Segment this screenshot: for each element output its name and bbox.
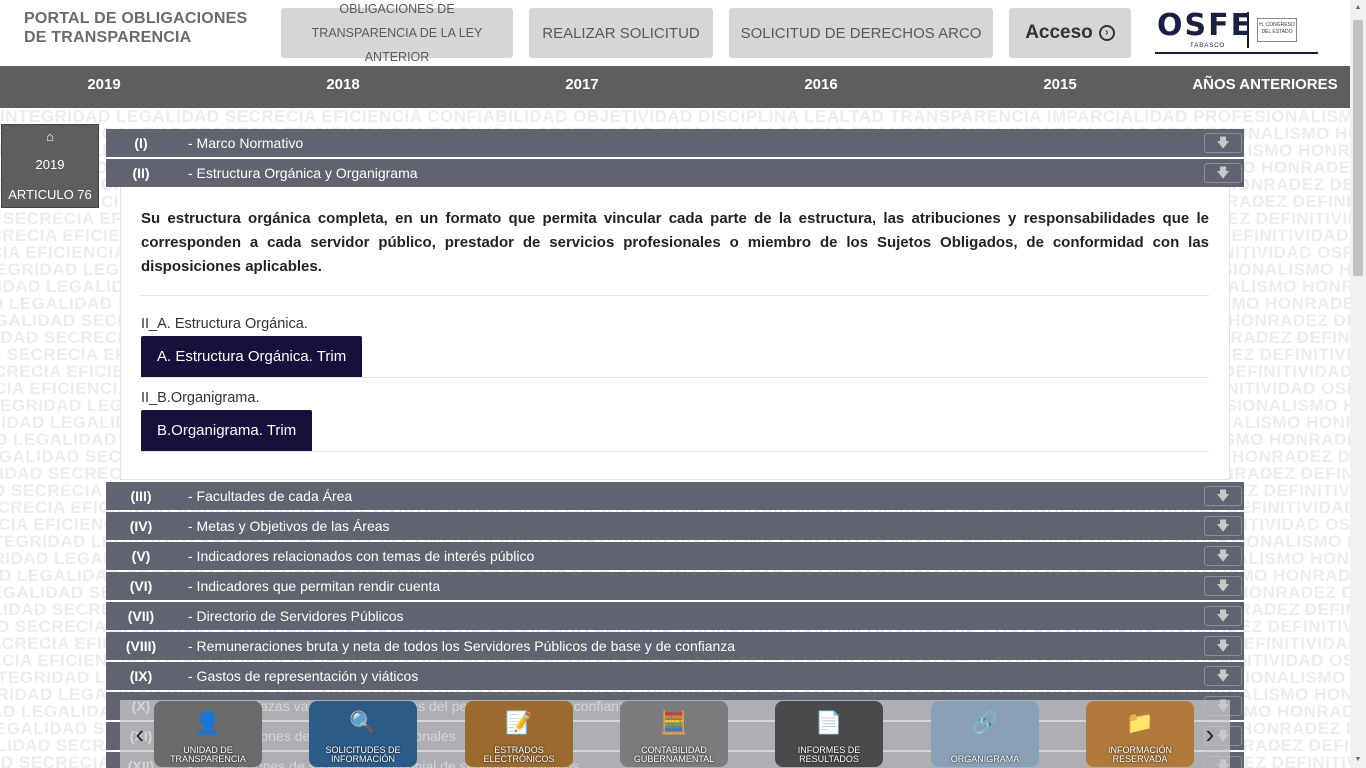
- item-label-organigrama: II_B.Organigrama.: [141, 390, 260, 406]
- section-row[interactable]: (V) - Indicadores relacionados con temas …: [106, 542, 1244, 570]
- arrow-down-icon[interactable]: 🡇: [1204, 516, 1242, 536]
- section-ii-panel: Su estructura orgánica completa, en un f…: [120, 187, 1230, 480]
- quick-link-tile[interactable]: 📝 ESTRADOS ELECTRÓNICOS: [465, 701, 573, 767]
- quick-link-tile[interactable]: 🔗 ORGANIGRAMA: [931, 701, 1039, 767]
- arrow-down-icon[interactable]: 🡇: [1204, 666, 1242, 686]
- section-title: - Gastos de representación y viáticos: [188, 668, 419, 684]
- network-icon: 🔗: [971, 710, 999, 735]
- section-number: (V): [131, 548, 151, 564]
- year-tab-2015[interactable]: 2015: [1020, 66, 1100, 104]
- magnifier-icon: 🔍: [349, 710, 377, 735]
- quick-link-label: INFORMES DE RESULTADOS: [797, 745, 861, 764]
- quick-link-label: CONTABILIDAD GUBERNAMENTAL: [633, 745, 715, 764]
- quick-link-tile[interactable]: 🔍 SOLICITUDES DE INFORMACIÓN: [309, 701, 417, 767]
- quick-link-tile[interactable]: 👤 UNIDAD DE TRANSPARENCIA: [154, 701, 262, 767]
- quick-link-label: UNIDAD DE TRANSPARENCIA: [170, 745, 246, 764]
- breadcrumb-year: 2019: [35, 157, 65, 172]
- section-number: (VI): [129, 578, 153, 594]
- arrow-down-icon[interactable]: 🡇: [1204, 546, 1242, 566]
- breadcrumb-box: ⌂ 2019 ARTICULO 76: [1, 124, 99, 208]
- scroll-thumb[interactable]: [1353, 20, 1363, 276]
- logo-underline: [1155, 52, 1318, 54]
- arrow-down-icon[interactable]: 🡇: [1204, 606, 1242, 626]
- year-tab-2017[interactable]: 2017: [542, 66, 622, 104]
- quick-link-tile[interactable]: 📄 INFORMES DE RESULTADOS: [775, 701, 883, 767]
- section-number: (II): [132, 165, 150, 181]
- section-title: - Facultades de cada Área: [188, 488, 353, 504]
- section-title: - Directorio de Servidores Públicos: [188, 608, 404, 624]
- section-row[interactable]: (II) - Estructura Orgánica y Organigrama 🡇: [106, 159, 1244, 187]
- quick-links-carousel: ‹ 👤 UNIDAD DE TRANSPARENCIA 🔍 SOLICITUDES D…: [120, 700, 1230, 768]
- estructura-organica-button[interactable]: A. Estructura Orgánica. Trim: [141, 336, 363, 378]
- logo-subtext: TABASCO: [1190, 43, 1226, 49]
- divider: [141, 451, 1209, 452]
- quick-link-tile[interactable]: 📁 INFORMACIÓN RESERVADA: [1086, 701, 1194, 767]
- acceso-label: Acceso: [1025, 22, 1093, 43]
- portal-title: PORTAL DE OBLIGACIONES DE TRANSPARENCIA: [24, 10, 248, 46]
- carousel-prev-icon[interactable]: ‹: [122, 714, 158, 754]
- acceso-button[interactable]: Acceso ›: [1009, 8, 1131, 58]
- section-number: (VII): [127, 608, 155, 624]
- scroll-up-icon[interactable]: ▲: [1350, 0, 1366, 16]
- quick-link-label: ESTRADOS ELECTRÓNICOS: [483, 745, 555, 764]
- divider: [141, 377, 1209, 378]
- divider: [141, 295, 1209, 296]
- organigrama-button[interactable]: B.Organigrama. Trim: [141, 410, 313, 452]
- arrow-down-icon[interactable]: 🡇: [1204, 163, 1242, 183]
- section-row[interactable]: (IV) - Metas y Objetivos de las Áreas 🡇: [106, 512, 1244, 540]
- arrow-down-icon[interactable]: 🡇: [1204, 133, 1242, 153]
- carousel-next-icon[interactable]: ›: [1192, 714, 1228, 754]
- section-title: - Marco Normativo: [188, 135, 304, 151]
- watermark-line: INTEGRIDAD LEGALIDAD SECRECIA EFICIENCIA…: [0, 108, 1350, 126]
- section-number: (VIII): [125, 638, 157, 654]
- year-tab-2019[interactable]: 2019: [64, 66, 144, 104]
- quick-link-label: INFORMACIÓN RESERVADA: [1108, 745, 1172, 764]
- document-icon: 📄: [815, 710, 843, 735]
- section-row[interactable]: (VI) - Indicadores que permitan rendir cu…: [106, 572, 1244, 600]
- section-number: (IV): [129, 518, 153, 534]
- ley-anterior-button[interactable]: OBLIGACIONES DE TRANSPARENCIA DE LA LEY …: [281, 2, 513, 64]
- section-number: (IX): [129, 668, 153, 684]
- section-row[interactable]: (VIII) - Remuneraciones bruta y neta de t…: [106, 632, 1244, 660]
- year-nav: 2019 2018 2017 2016 2015 AÑOS ANTERIORES: [0, 66, 1350, 108]
- logo-divider: [1247, 12, 1249, 48]
- home-icon[interactable]: ⌂: [2, 129, 98, 144]
- item-label-estructura: II_A. Estructura Orgánica.: [141, 316, 308, 332]
- section-number: (I): [134, 135, 148, 151]
- calculator-icon: 🧮: [660, 710, 688, 735]
- year-tab-2018[interactable]: 2018: [303, 66, 383, 104]
- quick-link-label: ORGANIGRAMA: [950, 754, 1020, 764]
- section-row[interactable]: (VII) - Directorio de Servidores Públicos…: [106, 602, 1244, 630]
- scroll-down-icon[interactable]: ▼: [1350, 752, 1366, 768]
- user-icon: 👤: [194, 710, 222, 735]
- section-title: - Metas y Objetivos de las Áreas: [188, 518, 390, 534]
- page-scrollbar[interactable]: ▲ ▼: [1350, 0, 1366, 768]
- notes-icon: 📝: [505, 710, 533, 735]
- arrow-down-icon[interactable]: 🡇: [1204, 636, 1242, 656]
- quick-link-tile[interactable]: 🧮 CONTABILIDAD GUBERNAMENTAL: [620, 701, 728, 767]
- logo-text: OSFE: [1157, 8, 1254, 43]
- folder-icon: 📁: [1126, 710, 1154, 735]
- congreso-seal: H. CONGRESO DEL ESTADO: [1257, 18, 1297, 42]
- year-tab-anteriores[interactable]: AÑOS ANTERIORES: [1186, 66, 1344, 104]
- section-row[interactable]: (III) - Facultades de cada Área 🡇: [106, 482, 1244, 510]
- derechos-arco-button[interactable]: SOLICITUD DE DERECHOS ARCO: [729, 8, 993, 58]
- header: PORTAL DE OBLIGACIONES DE TRANSPARENCIA …: [0, 0, 1350, 66]
- arrow-down-icon[interactable]: 🡇: [1204, 486, 1242, 506]
- realizar-solicitud-button[interactable]: REALIZAR SOLICITUD: [529, 8, 713, 58]
- section-row[interactable]: (I) - Marco Normativo 🡇: [106, 129, 1244, 157]
- section-row[interactable]: (IX) - Gastos de representación y viático…: [106, 662, 1244, 690]
- breadcrumb-article: ARTICULO 76: [8, 187, 92, 202]
- section-title: - Indicadores relacionados con temas de …: [188, 548, 535, 564]
- arrow-down-icon[interactable]: 🡇: [1204, 576, 1242, 596]
- section-title: - Indicadores que permitan rendir cuenta: [188, 578, 441, 594]
- section-title: - Remuneraciones bruta y neta de todos l…: [188, 638, 736, 654]
- quick-link-label: SOLICITUDES DE INFORMACIÓN: [325, 745, 401, 764]
- arrow-circle-icon: ›: [1098, 25, 1115, 41]
- year-tab-2016[interactable]: 2016: [781, 66, 861, 104]
- section-number: (III): [130, 488, 152, 504]
- osfe-logo[interactable]: OSFE TABASCO H. CONGRESO DEL ESTADO: [1155, 8, 1318, 58]
- section-description: Su estructura orgánica completa, en un f…: [141, 210, 1209, 275]
- section-title: - Estructura Orgánica y Organigrama: [188, 165, 418, 181]
